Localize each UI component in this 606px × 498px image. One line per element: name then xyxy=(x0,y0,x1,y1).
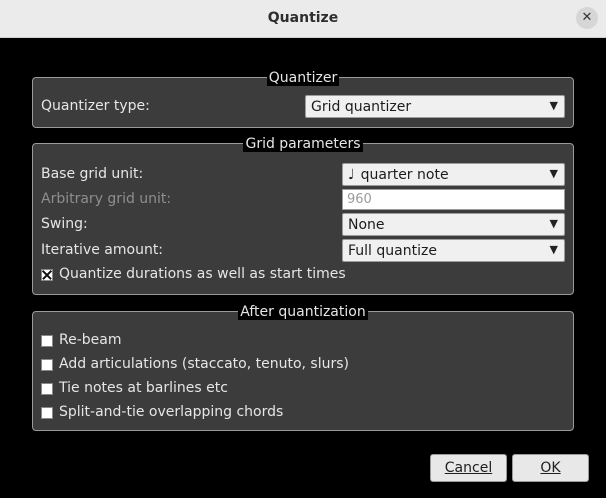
chevron-down-icon: ▼ xyxy=(549,243,558,256)
ok-button[interactable]: OK xyxy=(512,454,589,482)
ok-button-label: OK xyxy=(540,460,561,476)
chevron-down-icon: ▼ xyxy=(549,167,558,180)
split-and-tie-label: Split-and-tie overlapping chords xyxy=(59,404,284,420)
arbitrary-grid-unit-label: Arbitrary grid unit: xyxy=(41,191,172,207)
dialog-content: Quantizer Quantizer type: Grid quantizer… xyxy=(0,38,606,498)
re-beam-checkbox[interactable] xyxy=(41,335,53,347)
quantizer-type-combo[interactable]: Grid quantizer ▼ xyxy=(305,95,565,118)
chevron-down-icon: ▼ xyxy=(549,99,558,112)
grid-parameters-title: Grid parameters xyxy=(243,136,363,152)
grid-parameters-group: Grid parameters Base grid unit: ♩ quarter… xyxy=(32,136,574,295)
arbitrary-grid-unit-field[interactable]: 960 xyxy=(342,189,565,210)
quarter-note-icon: ♩ xyxy=(348,167,355,183)
iterative-amount-value: Full quantize xyxy=(348,243,437,259)
swing-value: None xyxy=(348,217,385,233)
close-icon: ✕ xyxy=(581,10,593,25)
close-button[interactable]: ✕ xyxy=(576,7,598,29)
add-articulations-checkbox[interactable] xyxy=(41,359,53,371)
quantize-durations-label: Quantize durations as well as start time… xyxy=(59,266,346,282)
split-and-tie-checkbox[interactable] xyxy=(41,407,53,419)
chevron-down-icon: ▼ xyxy=(549,217,558,230)
arbitrary-grid-unit-value: 960 xyxy=(347,192,372,207)
after-quantization-group: After quantization Re-beam Add articulat… xyxy=(32,304,574,431)
re-beam-label: Re-beam xyxy=(59,332,122,348)
quantizer-type-label: Quantizer type: xyxy=(41,98,150,114)
title-bar: Quantize ✕ xyxy=(0,0,606,38)
after-quantization-title: After quantization xyxy=(238,304,368,320)
base-grid-unit-value: quarter note xyxy=(360,167,449,183)
iterative-amount-combo[interactable]: Full quantize ▼ xyxy=(342,239,565,262)
window-title: Quantize xyxy=(267,10,339,26)
tie-notes-label: Tie notes at barlines etc xyxy=(59,380,228,396)
swing-combo[interactable]: None ▼ xyxy=(342,213,565,236)
add-articulations-label: Add articulations (staccato, tenuto, slu… xyxy=(59,356,349,372)
tie-notes-checkbox[interactable] xyxy=(41,383,53,395)
cancel-button-label: Cancel xyxy=(444,460,493,476)
quantizer-group: Quantizer Quantizer type: Grid quantizer… xyxy=(32,70,574,128)
base-grid-unit-combo[interactable]: ♩ quarter note ▼ xyxy=(342,163,565,186)
quantizer-type-value: Grid quantizer xyxy=(311,99,412,115)
quantizer-group-title: Quantizer xyxy=(266,70,340,86)
swing-label: Swing: xyxy=(41,216,88,232)
cancel-button[interactable]: Cancel xyxy=(430,454,507,482)
iterative-amount-label: Iterative amount: xyxy=(41,242,164,258)
base-grid-unit-label: Base grid unit: xyxy=(41,166,144,182)
quantize-durations-checkbox[interactable] xyxy=(41,269,53,281)
